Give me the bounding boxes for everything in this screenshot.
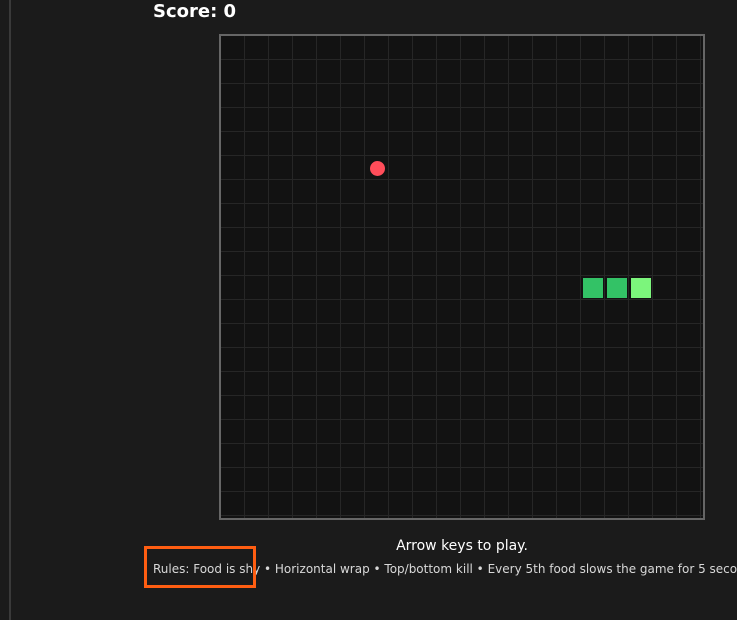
- snake-head: [631, 278, 651, 298]
- controls-hint: Arrow keys to play.: [396, 538, 528, 554]
- snake-segment: [583, 278, 603, 298]
- game-board[interactable]: [219, 34, 705, 520]
- highlight-box: [144, 546, 256, 588]
- left-divider: [9, 0, 11, 620]
- snake-segment: [607, 278, 627, 298]
- food-pellet: [369, 160, 385, 176]
- score-display: Score: 0: [153, 1, 237, 22]
- game-page: Score: 0 Arrow keys to play. Rules: Food…: [0, 0, 737, 620]
